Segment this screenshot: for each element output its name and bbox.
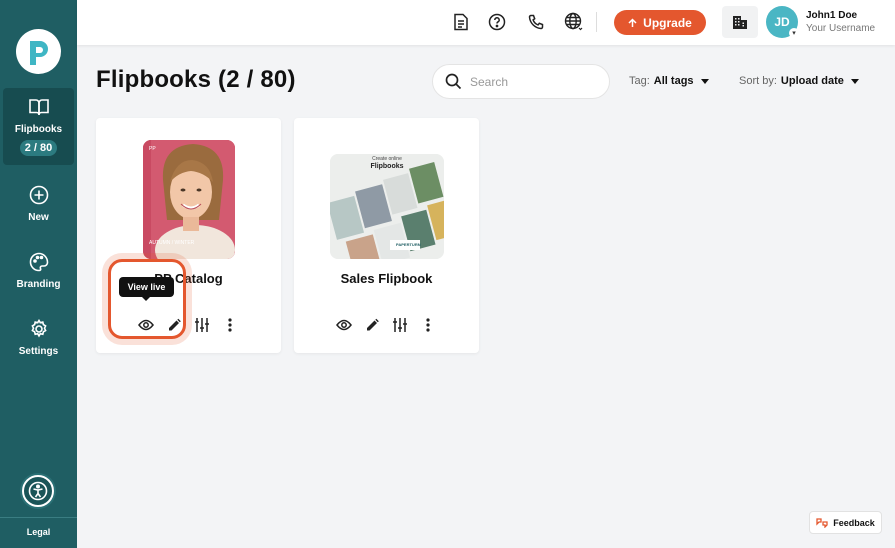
search-input[interactable] [470, 74, 600, 89]
sidebar-item-settings[interactable]: Settings [3, 318, 74, 357]
building-icon [733, 16, 747, 29]
sidebar-item-branding[interactable]: Branding [3, 251, 74, 290]
plus-circle-icon [28, 184, 50, 206]
chevron-down-icon [700, 78, 709, 84]
search-icon [445, 73, 462, 90]
sidebar: Flipbooks 2 / 80 New Branding Settings L… [0, 0, 77, 548]
feedback-label: Feedback [833, 517, 875, 528]
phone-icon[interactable] [526, 12, 546, 32]
divider [0, 517, 77, 518]
organization-button[interactable] [722, 6, 758, 38]
sort-filter-label: Sort by: [739, 75, 777, 87]
sidebar-item-label: Flipbooks [14, 124, 63, 135]
flipbook-title: Sales Flipbook [340, 271, 433, 286]
accessibility-button[interactable] [22, 475, 54, 507]
feedback-icon [816, 517, 828, 528]
tag-filter-value: All tags [653, 75, 694, 87]
sort-filter[interactable]: Sort by: Upload date [739, 75, 859, 87]
chevron-down-icon [850, 78, 859, 84]
search-box[interactable] [432, 64, 610, 99]
accessibility-icon [28, 481, 48, 501]
sliders-icon[interactable] [193, 316, 211, 334]
sidebar-item-flipbooks[interactable]: Flipbooks 2 / 80 [3, 88, 74, 165]
gear-icon [28, 318, 50, 340]
cover-heading: Create online [372, 156, 402, 162]
svg-text:PP: PP [149, 146, 156, 152]
palette-icon [28, 251, 50, 273]
app-logo[interactable] [16, 29, 61, 74]
arrow-up-icon [628, 17, 637, 27]
edit-pencil-icon[interactable] [363, 316, 381, 334]
more-vertical-icon[interactable] [221, 316, 239, 334]
top-header: Upgrade JD ▾ John1 Doe Your Username [77, 0, 895, 45]
cover-brand: PAPERTURN [396, 242, 421, 247]
flipbook-count-badge: 2 / 80 [19, 140, 58, 156]
eye-icon[interactable] [335, 316, 353, 334]
book-icon [28, 96, 50, 118]
legal-link[interactable]: Legal [0, 527, 77, 537]
view-live-tooltip: View live [119, 277, 174, 301]
user-name: John1 Doe [806, 10, 858, 21]
cover-text: AUTUMN / WINTER [149, 240, 195, 246]
document-icon[interactable] [451, 12, 471, 32]
flipbook-cover-image[interactable]: PP AUTUMN / WINTER [143, 140, 235, 259]
language-globe-icon[interactable] [564, 12, 584, 32]
sidebar-item-label: New [28, 212, 49, 223]
tag-filter-label: Tag: [629, 75, 650, 87]
flipbook-card[interactable]: Create online Flipbooks PAPERTURN Sales … [294, 118, 479, 353]
user-subtitle: Your Username [806, 23, 876, 34]
page-title: Flipbooks (2 / 80) [96, 66, 296, 93]
more-vertical-icon[interactable] [419, 316, 437, 334]
tag-filter[interactable]: Tag: All tags [629, 75, 709, 87]
cover-title: Flipbooks [370, 163, 404, 170]
sort-filter-value: Upload date [780, 75, 844, 87]
sliders-icon[interactable] [391, 316, 409, 334]
upgrade-button[interactable]: Upgrade [614, 10, 706, 35]
card-actions [335, 316, 437, 334]
sidebar-item-label: Branding [16, 279, 61, 290]
sidebar-item-label: Settings [18, 346, 59, 357]
upgrade-label: Upgrade [643, 15, 692, 30]
chevron-down-icon[interactable]: ▾ [789, 28, 799, 38]
feedback-button[interactable]: Feedback [809, 511, 882, 534]
sidebar-item-new[interactable]: New [3, 184, 74, 223]
help-icon[interactable] [487, 12, 507, 32]
divider [596, 12, 597, 32]
flipbook-cover-image[interactable]: Create online Flipbooks PAPERTURN [330, 154, 444, 259]
